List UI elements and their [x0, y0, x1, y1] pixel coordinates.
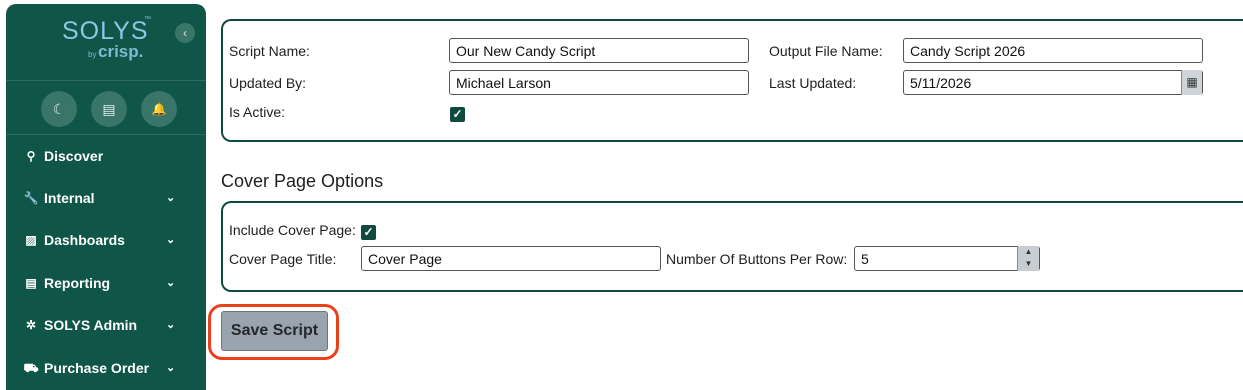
sidebar-item-solys-admin[interactable]: ✲ SOLYS Admin ⌄ — [6, 305, 206, 345]
quick-actions: ☾ ▤ 🔔 — [6, 81, 206, 135]
save-script-button[interactable]: Save Script — [221, 311, 328, 351]
cover-title-label: Cover Page Title: — [229, 251, 337, 267]
sidebar-item-label: Reporting — [44, 275, 111, 291]
script-name-input[interactable]: Our New Candy Script — [449, 38, 749, 63]
sidebar-item-label: SOLYS Admin — [44, 317, 138, 333]
sidebar-item-label: Purchase Order — [44, 360, 150, 376]
sidebar-item-label: Discover — [44, 148, 104, 164]
script-name-label: Script Name: — [229, 43, 310, 59]
output-file-label: Output File Name: — [769, 43, 883, 59]
cover-title-input[interactable]: Cover Page — [361, 246, 661, 271]
logo-trademark: ™ — [144, 16, 151, 23]
sidebar-item-purchase-order[interactable]: ⛟ Purchase Order ⌄ — [6, 348, 206, 388]
chevron-down-icon: ⌄ — [166, 192, 176, 204]
sidebar-item-dashboards[interactable]: ▨ Dashboards ⌄ — [6, 220, 206, 260]
chevron-down-icon: ⌄ — [166, 362, 176, 374]
sidebar-item-label: Dashboards — [44, 232, 125, 248]
is-active-checkbox[interactable]: ✓ — [450, 107, 465, 122]
search-icon: ⚲ — [26, 149, 36, 163]
chevron-down-icon: ⌄ — [166, 277, 176, 289]
moon-icon[interactable]: ☾ — [41, 91, 77, 127]
report-icon: ▤ — [25, 276, 37, 290]
document-icon[interactable]: ▤ — [91, 91, 127, 127]
output-file-input[interactable]: Candy Script 2026 — [903, 38, 1203, 63]
include-cover-checkbox[interactable]: ✓ — [361, 225, 376, 240]
sidebar-item-label: Internal — [44, 190, 95, 206]
logo-crisp: crisp. — [98, 42, 144, 61]
include-cover-label: Include Cover Page: — [229, 222, 356, 238]
updated-by-label: Updated By: — [229, 75, 307, 91]
is-active-label: Is Active: — [229, 104, 286, 120]
chart-icon: ▨ — [25, 233, 37, 247]
chevron-left-icon[interactable]: ‹ — [175, 23, 195, 43]
updated-by-input[interactable]: Michael Larson — [449, 70, 749, 95]
wrench-icon: 🔧 — [23, 191, 39, 205]
cover-page-section-title: Cover Page Options — [221, 171, 384, 191]
chevron-down-icon: ⌄ — [166, 234, 176, 246]
calendar-icon[interactable]: ▦ — [1181, 70, 1202, 95]
logo-by: by — [88, 50, 97, 59]
sidebar-item-internal[interactable]: 🔧 Internal ⌄ — [6, 178, 206, 218]
brand-area: SOLYS ™ by crisp. ‹ — [6, 4, 206, 81]
buttons-per-row-input[interactable]: 5 — [854, 246, 1040, 271]
sidebar-item-reporting[interactable]: ▤ Reporting ⌄ — [6, 263, 206, 303]
buttons-per-row-label: Number Of Buttons Per Row: — [666, 251, 848, 267]
last-updated-input[interactable]: 5/11/2026 — [903, 70, 1203, 95]
chevron-down-icon: ⌄ — [166, 319, 176, 331]
sidebar-item-discover[interactable]: ⚲ Discover — [6, 136, 206, 176]
gear-icon: ✲ — [25, 318, 37, 332]
last-updated-label: Last Updated: — [769, 75, 857, 91]
truck-icon: ⛟ — [23, 361, 39, 375]
stepper-arrows-icon[interactable]: ▲ ▼ — [1017, 246, 1039, 271]
sidebar: SOLYS ™ by crisp. ‹ ☾ ▤ 🔔 ⚲ Discover 🔧 I… — [6, 4, 206, 390]
bell-icon[interactable]: 🔔 — [141, 91, 177, 127]
